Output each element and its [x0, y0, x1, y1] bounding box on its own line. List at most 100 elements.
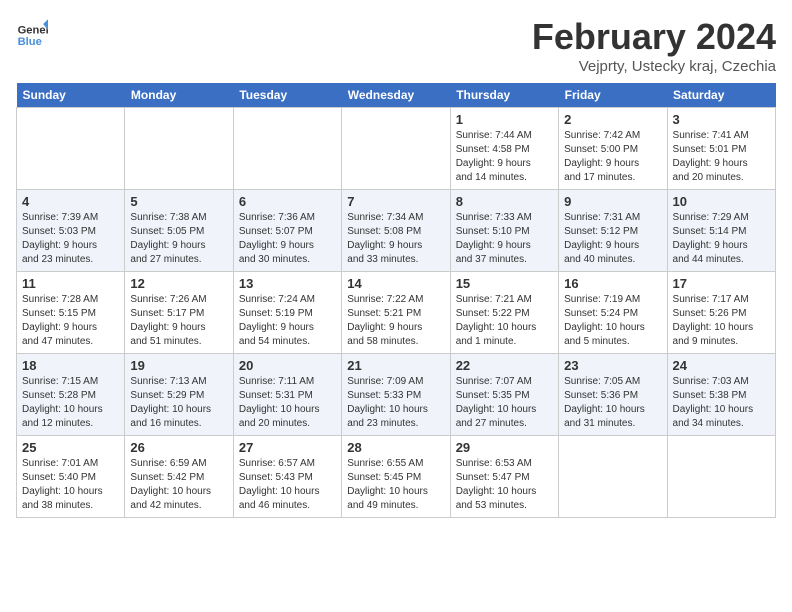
day-info: Sunrise: 6:57 AM Sunset: 5:43 PM Dayligh…: [239, 457, 336, 513]
calendar-cell: 9Sunrise: 7:31 AM Sunset: 5:12 PM Daylig…: [559, 190, 667, 272]
day-number: 26: [130, 440, 227, 455]
calendar-cell: 26 Sunrise: 6:59 AM Sunset: 5:42 PM Dayli…: [125, 436, 233, 518]
day-info: Sunrise: 7:28 AM Sunset: 5:15 PM Dayligh…: [22, 293, 119, 349]
day-info: Sunrise: 7:34 AM Sunset: 5:08 PM Dayligh…: [347, 211, 444, 267]
day-info: Sunrise: 7:41 AM Sunset: 5:01 PM Dayligh…: [673, 129, 770, 185]
calendar-cell: 17 Sunrise: 7:17 AM Sunset: 5:26 PM Dayli…: [667, 272, 775, 354]
day-number: 8: [456, 194, 553, 209]
day-number: 2: [564, 112, 661, 127]
svg-text:General: General: [18, 25, 48, 37]
calendar-cell: [125, 108, 233, 190]
day-info: Sunrise: 6:59 AM Sunset: 5:42 PM Dayligh…: [130, 457, 227, 513]
day-number: 20: [239, 358, 336, 373]
month-title: February 2024: [532, 16, 776, 58]
weekday-header-monday: Monday: [125, 83, 233, 108]
calendar-cell: 23 Sunrise: 7:05 AM Sunset: 5:36 PM Dayli…: [559, 354, 667, 436]
day-info: Sunrise: 7:07 AM Sunset: 5:35 PM Dayligh…: [456, 375, 553, 431]
calendar-cell: 19 Sunrise: 7:13 AM Sunset: 5:29 PM Dayli…: [125, 354, 233, 436]
day-number: 29: [456, 440, 553, 455]
day-number: 14: [347, 276, 444, 291]
location-title: Vejprty, Ustecky kraj, Czechia: [532, 58, 776, 75]
calendar-cell: 27 Sunrise: 6:57 AM Sunset: 5:43 PM Dayli…: [233, 436, 341, 518]
calendar-cell: 3 Sunrise: 7:41 AM Sunset: 5:01 PM Daylig…: [667, 108, 775, 190]
weekday-header-row: SundayMondayTuesdayWednesdayThursdayFrid…: [17, 83, 776, 108]
day-info: Sunrise: 6:55 AM Sunset: 5:45 PM Dayligh…: [347, 457, 444, 513]
day-info: Sunrise: 7:42 AM Sunset: 5:00 PM Dayligh…: [564, 129, 661, 185]
calendar-cell: [17, 108, 125, 190]
day-number: 19: [130, 358, 227, 373]
page-header: General Blue February 2024 Vejprty, Uste…: [16, 16, 776, 75]
calendar-cell: 7 Sunrise: 7:34 AM Sunset: 5:08 PM Daylig…: [342, 190, 450, 272]
calendar-cell: 20Sunrise: 7:11 AM Sunset: 5:31 PM Dayli…: [233, 354, 341, 436]
logo: General Blue: [16, 16, 48, 48]
calendar-cell: 11 Sunrise: 7:28 AM Sunset: 5:15 PM Dayli…: [17, 272, 125, 354]
day-info: Sunrise: 7:39 AM Sunset: 5:03 PM Dayligh…: [22, 211, 119, 267]
day-info: Sunrise: 7:09 AM Sunset: 5:33 PM Dayligh…: [347, 375, 444, 431]
calendar-cell: 25 Sunrise: 7:01 AM Sunset: 5:40 PM Dayli…: [17, 436, 125, 518]
calendar-cell: 4 Sunrise: 7:39 AM Sunset: 5:03 PM Daylig…: [17, 190, 125, 272]
weekday-header-tuesday: Tuesday: [233, 83, 341, 108]
day-number: 24: [673, 358, 770, 373]
day-info: Sunrise: 7:44 AM Sunset: 4:58 PM Dayligh…: [456, 129, 553, 185]
calendar-cell: 13 Sunrise: 7:24 AM Sunset: 5:19 PM Dayli…: [233, 272, 341, 354]
day-number: 15: [456, 276, 553, 291]
weekday-header-saturday: Saturday: [667, 83, 775, 108]
calendar-cell: [342, 108, 450, 190]
calendar-cell: 10Sunrise: 7:29 AM Sunset: 5:14 PM Dayli…: [667, 190, 775, 272]
calendar-cell: 14Sunrise: 7:22 AM Sunset: 5:21 PM Dayli…: [342, 272, 450, 354]
day-number: 13: [239, 276, 336, 291]
day-info: Sunrise: 7:17 AM Sunset: 5:26 PM Dayligh…: [673, 293, 770, 349]
day-info: Sunrise: 7:03 AM Sunset: 5:38 PM Dayligh…: [673, 375, 770, 431]
day-number: 17: [673, 276, 770, 291]
day-number: 18: [22, 358, 119, 373]
day-info: Sunrise: 7:31 AM Sunset: 5:12 PM Dayligh…: [564, 211, 661, 267]
weekday-header-sunday: Sunday: [17, 83, 125, 108]
weekday-header-friday: Friday: [559, 83, 667, 108]
calendar-table: SundayMondayTuesdayWednesdayThursdayFrid…: [16, 83, 776, 518]
day-info: Sunrise: 7:05 AM Sunset: 5:36 PM Dayligh…: [564, 375, 661, 431]
day-info: Sunrise: 7:13 AM Sunset: 5:29 PM Dayligh…: [130, 375, 227, 431]
calendar-cell: 18Sunrise: 7:15 AM Sunset: 5:28 PM Dayli…: [17, 354, 125, 436]
day-number: 23: [564, 358, 661, 373]
day-info: Sunrise: 7:36 AM Sunset: 5:07 PM Dayligh…: [239, 211, 336, 267]
day-number: 11: [22, 276, 119, 291]
day-number: 1: [456, 112, 553, 127]
day-number: 4: [22, 194, 119, 209]
weekday-header-thursday: Thursday: [450, 83, 558, 108]
day-number: 6: [239, 194, 336, 209]
calendar-week-5: 25 Sunrise: 7:01 AM Sunset: 5:40 PM Dayli…: [17, 436, 776, 518]
day-info: Sunrise: 7:29 AM Sunset: 5:14 PM Dayligh…: [673, 211, 770, 267]
day-info: Sunrise: 7:33 AM Sunset: 5:10 PM Dayligh…: [456, 211, 553, 267]
calendar-cell: [667, 436, 775, 518]
calendar-cell: 15 Sunrise: 7:21 AM Sunset: 5:22 PM Dayli…: [450, 272, 558, 354]
day-number: 28: [347, 440, 444, 455]
day-info: Sunrise: 7:19 AM Sunset: 5:24 PM Dayligh…: [564, 293, 661, 349]
calendar-cell: 5Sunrise: 7:38 AM Sunset: 5:05 PM Daylig…: [125, 190, 233, 272]
calendar-week-4: 18Sunrise: 7:15 AM Sunset: 5:28 PM Dayli…: [17, 354, 776, 436]
day-info: Sunrise: 7:21 AM Sunset: 5:22 PM Dayligh…: [456, 293, 553, 349]
calendar-week-2: 4 Sunrise: 7:39 AM Sunset: 5:03 PM Daylig…: [17, 190, 776, 272]
day-number: 7: [347, 194, 444, 209]
day-info: Sunrise: 7:24 AM Sunset: 5:19 PM Dayligh…: [239, 293, 336, 349]
calendar-cell: 28 Sunrise: 6:55 AM Sunset: 5:45 PM Dayli…: [342, 436, 450, 518]
logo-icon: General Blue: [16, 16, 48, 48]
day-number: 27: [239, 440, 336, 455]
weekday-header-wednesday: Wednesday: [342, 83, 450, 108]
calendar-cell: 6 Sunrise: 7:36 AM Sunset: 5:07 PM Daylig…: [233, 190, 341, 272]
calendar-cell: [559, 436, 667, 518]
calendar-cell: 29 Sunrise: 6:53 AM Sunset: 5:47 PM Dayli…: [450, 436, 558, 518]
day-number: 25: [22, 440, 119, 455]
day-number: 12: [130, 276, 227, 291]
calendar-cell: 24 Sunrise: 7:03 AM Sunset: 5:38 PM Dayli…: [667, 354, 775, 436]
day-number: 5: [130, 194, 227, 209]
day-number: 3: [673, 112, 770, 127]
day-number: 21: [347, 358, 444, 373]
day-info: Sunrise: 6:53 AM Sunset: 5:47 PM Dayligh…: [456, 457, 553, 513]
calendar-cell: 12Sunrise: 7:26 AM Sunset: 5:17 PM Dayli…: [125, 272, 233, 354]
calendar-cell: [233, 108, 341, 190]
calendar-cell: 2 Sunrise: 7:42 AM Sunset: 5:00 PM Daylig…: [559, 108, 667, 190]
calendar-cell: 1 Sunrise: 7:44 AM Sunset: 4:58 PM Daylig…: [450, 108, 558, 190]
svg-text:Blue: Blue: [18, 36, 42, 48]
day-info: Sunrise: 7:01 AM Sunset: 5:40 PM Dayligh…: [22, 457, 119, 513]
calendar-cell: 16Sunrise: 7:19 AM Sunset: 5:24 PM Dayli…: [559, 272, 667, 354]
